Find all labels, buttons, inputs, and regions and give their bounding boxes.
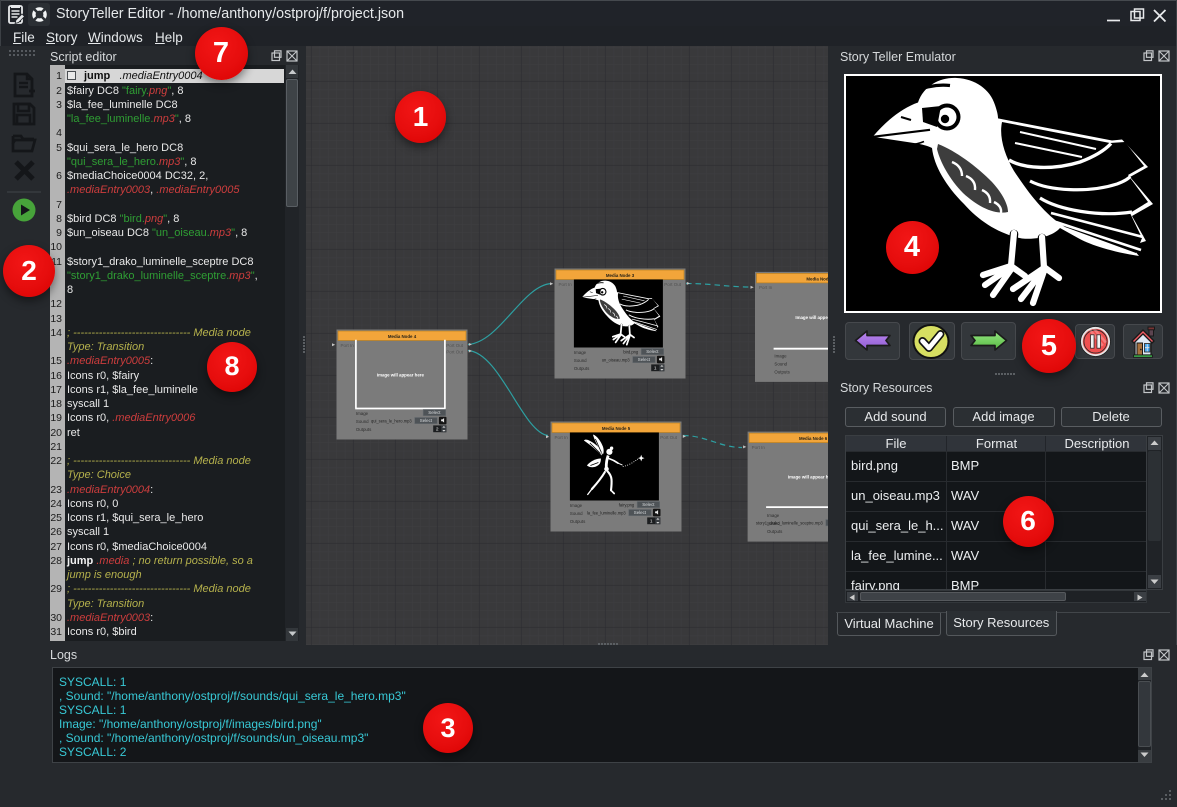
svg-text:Outputs: Outputs	[774, 369, 790, 374]
svg-text:Outputs: Outputs	[570, 519, 586, 524]
svg-text:Select: Select	[420, 418, 433, 423]
svg-text:Port Out: Port Out	[446, 349, 464, 354]
svg-text:Select: Select	[646, 349, 659, 354]
svg-text:Port In: Port In	[555, 435, 569, 440]
svg-text:Port In: Port In	[559, 282, 573, 287]
svg-text:1: 1	[650, 519, 653, 525]
svg-text:Outputs: Outputs	[574, 366, 590, 371]
svg-text:Port In: Port In	[752, 445, 766, 450]
svg-text:Sound: Sound	[774, 361, 787, 366]
svg-text:Media Node 4: Media Node 4	[388, 334, 417, 339]
svg-text:fairy.png: fairy.png	[619, 502, 635, 507]
svg-text:Media Node 2: Media Node 2	[806, 276, 828, 281]
svg-text:qui_sera_le_hero.mp3: qui_sera_le_hero.mp3	[371, 418, 412, 423]
svg-text:Media Node 5: Media Node 5	[602, 426, 631, 431]
svg-text:Media Node 6: Media Node 6	[799, 436, 828, 441]
svg-text:Outputs: Outputs	[767, 529, 783, 534]
svg-text:Sound: Sound	[574, 358, 587, 363]
svg-text:story1_drako_luminelle_sceptre: story1_drako_luminelle_sceptre.mp3	[756, 521, 824, 526]
svg-text:Port In: Port In	[759, 285, 773, 290]
svg-text:Image: Image	[767, 513, 780, 518]
svg-text:Select: Select	[642, 502, 655, 507]
svg-text:Image will appear here: Image will appear here	[377, 373, 425, 378]
svg-text:Media Node 3: Media Node 3	[606, 273, 635, 278]
svg-text:Port Out: Port Out	[660, 435, 678, 440]
svg-text:Sound: Sound	[570, 511, 583, 516]
svg-text:bird.png: bird.png	[623, 349, 639, 354]
svg-text:Image: Image	[356, 411, 369, 416]
svg-text:Port Out: Port Out	[664, 282, 682, 287]
svg-text:Image will appear here: Image will appear here	[788, 475, 828, 480]
svg-text:Port In: Port In	[341, 343, 355, 348]
svg-text:2: 2	[436, 427, 439, 433]
svg-text:Image will appear here: Image will appear here	[795, 315, 828, 320]
svg-text:Select: Select	[638, 357, 651, 362]
svg-text:Image: Image	[574, 350, 587, 355]
svg-text:Select: Select	[634, 510, 647, 515]
svg-text:Image: Image	[570, 503, 583, 508]
svg-text:la_fee_luminelle.mp3: la_fee_luminelle.mp3	[587, 510, 626, 515]
svg-text:Port Out: Port Out	[446, 343, 464, 348]
svg-text:1: 1	[654, 366, 657, 372]
svg-text:Outputs: Outputs	[356, 427, 372, 432]
svg-text:Select: Select	[428, 410, 441, 415]
svg-text:Sound: Sound	[356, 419, 369, 424]
svg-text:Image: Image	[774, 353, 787, 358]
svg-text:un_oiseau.mp3: un_oiseau.mp3	[602, 357, 631, 362]
